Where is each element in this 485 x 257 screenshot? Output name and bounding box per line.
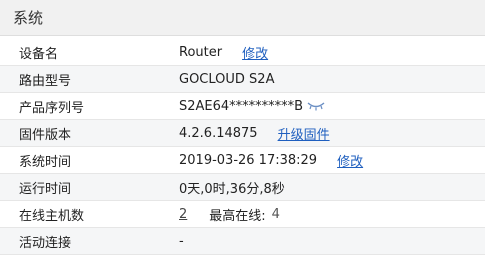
router-model-value: GOCLOUD S2A bbox=[179, 71, 275, 87]
row-device-name: 设备名 Router 修改 bbox=[0, 39, 485, 66]
uptime-value: 0天,0时,36分,8秒 bbox=[179, 181, 285, 197]
system-time-label: 系统时间 bbox=[19, 154, 72, 170]
device-name-value: Router bbox=[179, 44, 223, 60]
row-firmware: 固件版本 4.2.6.14875 升级固件 bbox=[0, 120, 485, 147]
edit-system-time-link[interactable]: 修改 bbox=[337, 151, 363, 170]
system-time-value: 2019-03-26 17:38:29 bbox=[179, 152, 318, 168]
peak-online-label: 最高在线: bbox=[209, 208, 266, 224]
router-model-label: 路由型号 bbox=[19, 73, 72, 89]
upgrade-firmware-link[interactable]: 升级固件 bbox=[278, 124, 330, 143]
device-name-label: 设备名 bbox=[19, 46, 59, 62]
firmware-value: 4.2.6.14875 bbox=[179, 125, 258, 141]
serial-label: 产品序列号 bbox=[19, 100, 85, 116]
eye-closed-icon[interactable] bbox=[307, 101, 325, 111]
row-serial: 产品序列号 S2AE64**********B bbox=[0, 93, 485, 120]
peak-online-value: 4 bbox=[271, 206, 280, 222]
row-router-model: 路由型号 GOCLOUD S2A bbox=[0, 66, 485, 93]
edit-device-name-link[interactable]: 修改 bbox=[242, 43, 268, 62]
online-hosts-count-link[interactable]: 2 bbox=[179, 207, 187, 222]
system-panel: 系统 设备名 Router 修改 路由型号 GOCLOUD S2A 产品序列号 … bbox=[0, 0, 485, 257]
section-title: 系统 bbox=[13, 9, 44, 27]
active-connections-label: 活动连接 bbox=[19, 235, 72, 251]
serial-value: S2AE64**********B bbox=[179, 98, 304, 114]
section-header: 系统 bbox=[0, 0, 485, 36]
active-connections-value: - bbox=[179, 233, 184, 249]
online-hosts-label: 在线主机数 bbox=[19, 208, 85, 224]
row-system-time: 系统时间 2019-03-26 17:38:29 修改 bbox=[0, 147, 485, 174]
row-online-hosts: 在线主机数 2 最高在线: 4 bbox=[0, 201, 485, 228]
uptime-label: 运行时间 bbox=[19, 181, 72, 197]
firmware-label: 固件版本 bbox=[19, 127, 72, 143]
row-uptime: 运行时间 0天,0时,36分,8秒 bbox=[0, 174, 485, 201]
row-active-connections: 活动连接 - bbox=[0, 228, 485, 255]
